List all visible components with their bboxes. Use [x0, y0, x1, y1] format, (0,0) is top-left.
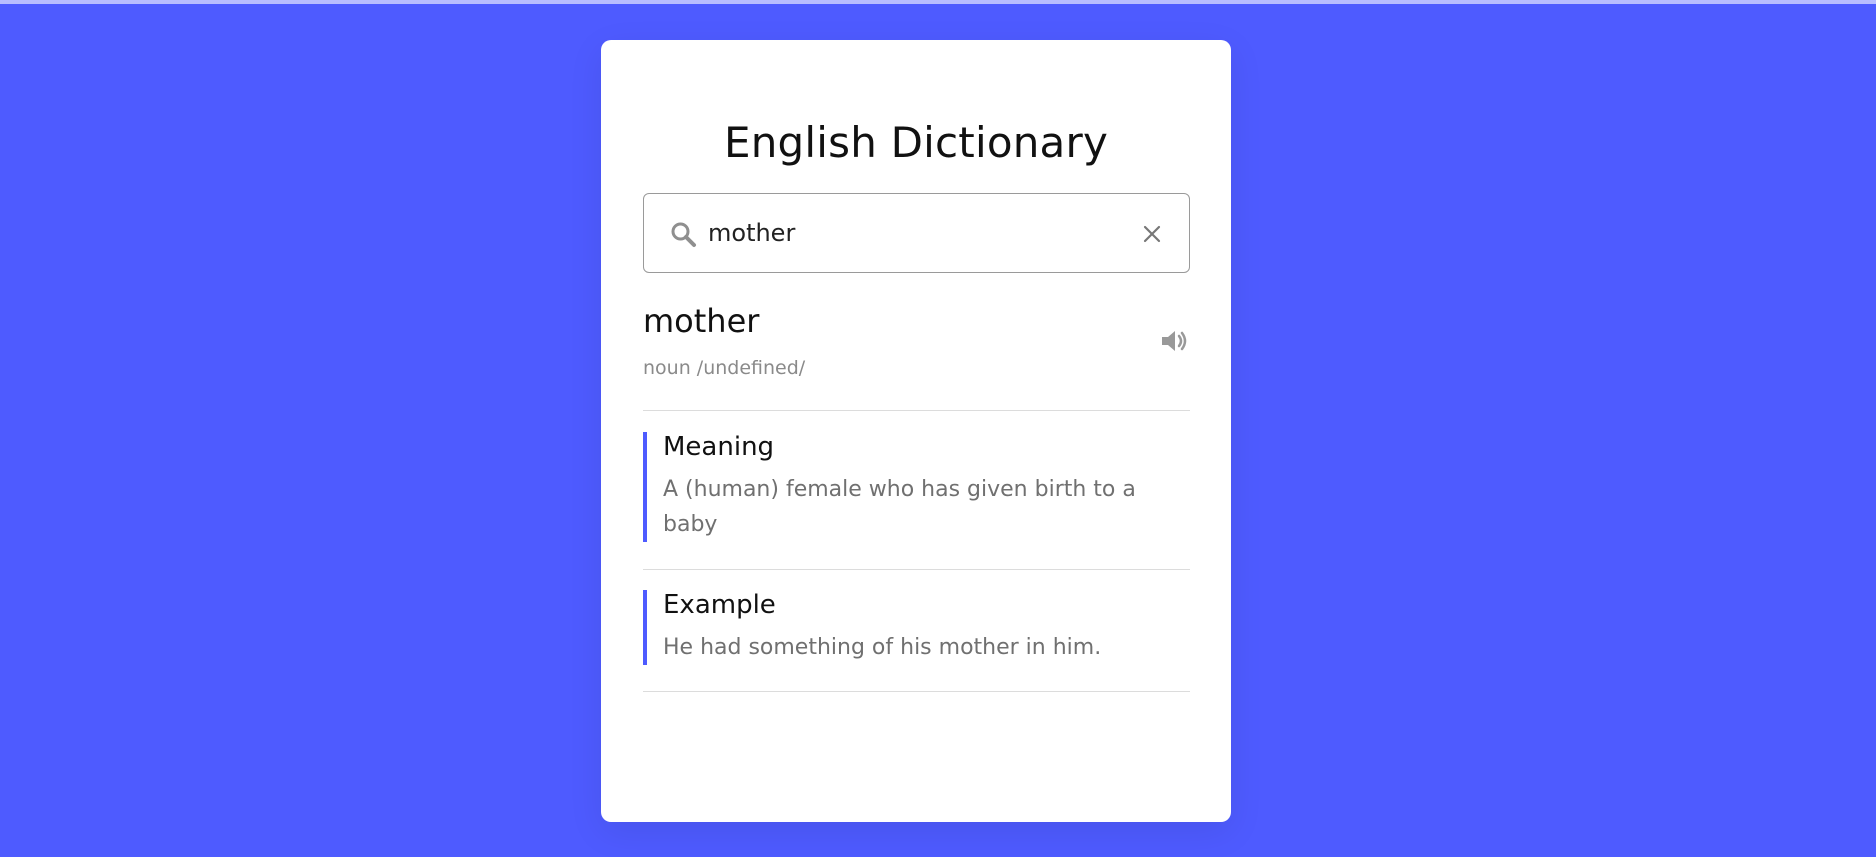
divider: [643, 691, 1190, 692]
search-box[interactable]: [643, 193, 1190, 273]
example-title: Example: [663, 590, 776, 620]
divider: [643, 569, 1190, 570]
meaning-title: Meaning: [663, 432, 775, 462]
search-icon: [669, 220, 697, 248]
example-section: Example He had something of his mother i…: [643, 590, 1190, 665]
meaning-text: A (human) female who has given birth to …: [663, 477, 1136, 537]
speaker-icon[interactable]: [1159, 327, 1191, 355]
search-input[interactable]: [708, 212, 1108, 254]
meaning-section: Meaning A (human) female who has given b…: [643, 432, 1190, 542]
result-word: mother: [643, 302, 760, 340]
divider: [643, 410, 1190, 411]
page-title: English Dictionary: [723, 118, 1109, 167]
close-icon[interactable]: [1139, 221, 1165, 247]
result-phonetic: noun /undefined/: [643, 357, 806, 379]
top-browser-line: [0, 0, 1876, 4]
example-text: He had something of his mother in him.: [663, 635, 1102, 660]
dictionary-card: English Dictionary mother noun /undefine…: [601, 40, 1231, 822]
